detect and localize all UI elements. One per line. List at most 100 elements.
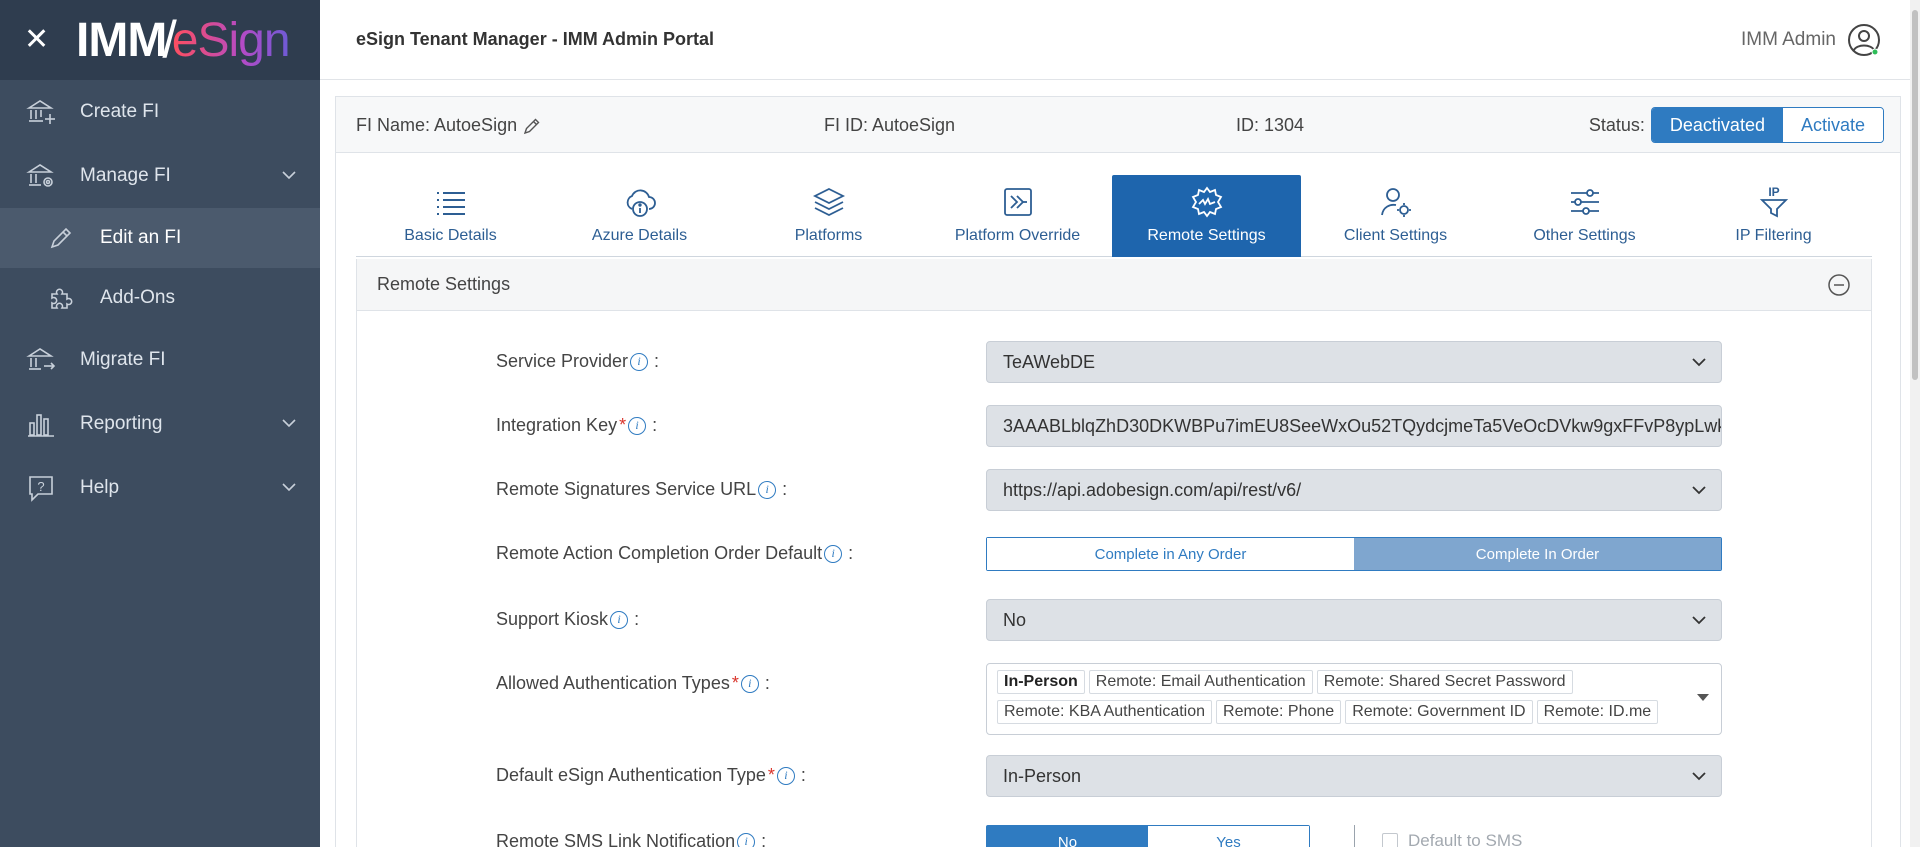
remote-settings-section: Remote Settings Service Provider i: TeAWe… <box>356 259 1872 847</box>
select-value: TeAWebDE <box>1003 351 1096 372</box>
label-text: Default eSign Authentication Type <box>496 765 766 785</box>
activate-button[interactable]: Activate <box>1782 108 1883 142</box>
tab-label: Platforms <box>794 227 863 244</box>
sidebar-item-label: Migrate FI <box>80 349 166 370</box>
auth-chip[interactable]: Remote: Email Authentication <box>1088 670 1313 694</box>
info-icon[interactable]: i <box>628 416 647 435</box>
sidebar-item-label: Reporting <box>80 413 163 434</box>
colon: : <box>800 765 806 785</box>
logo-imm: IMM <box>76 13 167 67</box>
tab-ip-filtering[interactable]: IP IP Filtering <box>1679 175 1868 257</box>
fi-name: FI Name: AutoeSign <box>356 115 541 136</box>
colon: : <box>634 609 640 629</box>
bank-plus-icon <box>26 97 56 127</box>
tab-other-settings[interactable]: Other Settings <box>1490 175 1679 257</box>
fi-id: FI ID: AutoeSign <box>824 115 956 135</box>
select-value: In-Person <box>1003 765 1082 786</box>
tab-client-settings[interactable]: Client Settings <box>1301 175 1490 257</box>
auth-chip[interactable]: In-Person <box>997 670 1085 694</box>
label-text: Remote Action Completion Order Default <box>496 543 823 563</box>
complete-in-order-option[interactable]: Complete In Order <box>1354 538 1721 570</box>
default-auth-select[interactable]: In-Person <box>986 755 1722 797</box>
integration-key-input[interactable]: 3AAABLblqZhD30DKWBPu7imEU8SeeWxOu52TQydc… <box>986 405 1722 447</box>
completion-order-toggle: Complete in Any Order Complete In Order <box>986 537 1722 571</box>
field-label: Support Kiosk i: <box>496 609 639 630</box>
tab-label: Remote Settings <box>1147 227 1266 244</box>
sidebar-item-label: Help <box>80 477 120 498</box>
sidebar-item-migrate-fi[interactable]: Migrate FI <box>0 328 320 392</box>
sidebar-item-create-fi[interactable]: Create FI <box>0 80 320 144</box>
auth-chip[interactable]: Remote: Phone <box>1216 700 1342 724</box>
info-icon[interactable]: i <box>630 352 649 371</box>
auth-chip[interactable]: Remote: KBA Authentication <box>997 700 1213 724</box>
fi-info-bar: FI Name: AutoeSign FI ID: AutoeSign ID: … <box>336 97 1900 153</box>
allowed-auth-multiselect[interactable]: In-Person Remote: Email Authentication Rem… <box>986 663 1722 735</box>
complete-any-order-option[interactable]: Complete in Any Order <box>987 538 1354 570</box>
deactivated-button[interactable]: Deactivated <box>1651 108 1783 142</box>
tab-label: Platform Override <box>954 227 1081 244</box>
label-text: Integration Key <box>496 415 618 435</box>
tab-remote-settings[interactable]: Remote Settings <box>1112 175 1301 257</box>
section-header[interactable]: Remote Settings <box>357 259 1871 311</box>
user-name: IMM Admin <box>1740 29 1836 50</box>
info-icon[interactable]: i <box>740 674 759 693</box>
chevron-down-icon <box>1692 616 1706 625</box>
info-icon[interactable]: i <box>776 766 795 785</box>
scrollbar-thumb[interactable] <box>1912 10 1918 380</box>
tab-label: Other Settings <box>1533 227 1636 244</box>
remote-sig-url-select[interactable]: https://api.adobesign.com/api/rest/v6/ <box>986 469 1722 511</box>
field-label: Remote Signatures Service URL i: <box>496 479 787 500</box>
sms-no-option[interactable]: No <box>987 826 1148 847</box>
chevron-down-icon <box>1692 486 1706 495</box>
collapse-icon[interactable] <box>1827 273 1851 297</box>
info-icon[interactable]: i <box>824 544 843 563</box>
info-icon[interactable]: i <box>758 480 777 499</box>
chevron-down-icon <box>280 414 298 432</box>
user-menu[interactable]: IMM Admin <box>1741 22 1882 58</box>
status-control: Status: Deactivated Activate <box>1589 107 1884 143</box>
logo-bar: ✕ IMM / eSign <box>0 0 320 80</box>
fi-name-text: FI Name: AutoeSign <box>356 115 518 135</box>
sidebar-item-add-ons[interactable]: Add-Ons <box>0 268 320 328</box>
sms-link-toggle: No Yes <box>986 825 1310 847</box>
help-icon: ? <box>26 473 56 503</box>
auth-chip[interactable]: Remote: Government ID <box>1345 700 1533 724</box>
sidebar-item-help[interactable]: ? Help <box>0 456 320 520</box>
required-asterisk: * <box>731 673 739 693</box>
logo: IMM / eSign <box>76 10 291 70</box>
tab-platform-override[interactable]: Platform Override <box>923 175 1112 257</box>
edit-pencil-icon[interactable] <box>523 117 541 135</box>
label-text: Remote SMS Link Notification <box>496 831 736 847</box>
checkbox-box[interactable] <box>1382 833 1398 847</box>
info-icon[interactable]: i <box>610 610 629 629</box>
tab-basic-details[interactable]: Basic Details <box>356 175 545 257</box>
auth-chip[interactable]: Remote: Shared Secret Password <box>1316 670 1573 694</box>
user-avatar-icon <box>1846 22 1882 58</box>
sidebar-item-reporting[interactable]: Reporting <box>0 392 320 456</box>
label-text: Service Provider <box>496 351 629 371</box>
tab-azure-details[interactable]: Azure Details <box>545 175 734 257</box>
close-icon[interactable]: ✕ <box>24 25 54 55</box>
field-label: Remote SMS Link Notification i: <box>496 831 766 847</box>
service-provider-select[interactable]: TeAWebDE <box>986 341 1722 383</box>
dropdown-arrow-icon[interactable] <box>1697 694 1709 701</box>
main-content: FI Name: AutoeSign FI ID: AutoeSign ID: … <box>335 96 1901 847</box>
status-label: Status: <box>1588 114 1645 135</box>
page-scrollbar[interactable] <box>1910 0 1920 847</box>
sidebar-item-manage-fi[interactable]: Manage FI <box>0 144 320 208</box>
auth-chip[interactable]: Remote: ID.me <box>1536 700 1659 724</box>
divider <box>1354 825 1355 847</box>
info-icon[interactable]: i <box>737 832 756 847</box>
default-to-sms-checkbox[interactable]: Default to SMS <box>1382 831 1522 847</box>
field-label: Remote Action Completion Order Default i: <box>496 543 853 564</box>
sidebar-item-edit-fi[interactable]: Edit an FI <box>0 208 320 268</box>
colon: : <box>761 831 767 847</box>
tab-platforms[interactable]: Platforms <box>734 175 923 257</box>
tab-label: Azure Details <box>591 227 688 244</box>
sms-link-controls: No Yes Default to SMS <box>986 825 1786 847</box>
support-kiosk-select[interactable]: No <box>986 599 1722 641</box>
puzzle-icon <box>46 283 76 313</box>
sms-yes-option[interactable]: Yes <box>1148 826 1309 847</box>
colon: : <box>764 673 770 693</box>
colon: : <box>848 543 854 563</box>
